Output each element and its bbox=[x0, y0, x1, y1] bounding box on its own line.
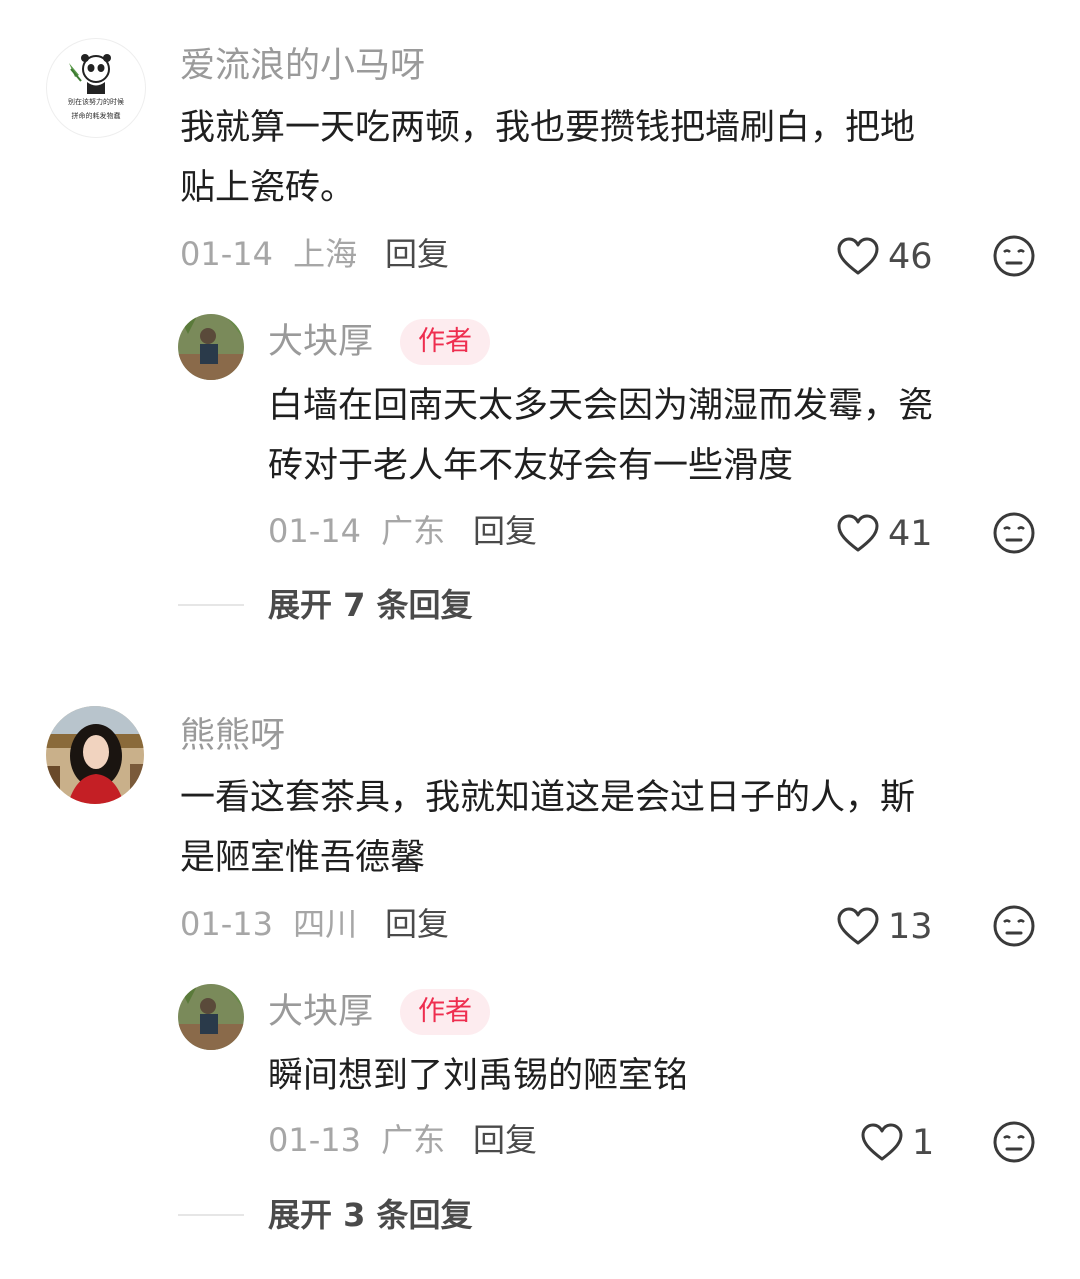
heart-outline-icon[interactable] bbox=[836, 906, 880, 946]
reply-meta: 01-13 广东 bbox=[268, 1118, 445, 1162]
reply-username[interactable]: 大块厚 bbox=[268, 990, 373, 1034]
comment-content-line: 是陋室惟吾德馨 bbox=[180, 838, 426, 878]
comment-username[interactable]: 熊熊呀 bbox=[180, 714, 285, 758]
reply-button[interactable]: 回复 bbox=[385, 902, 449, 946]
expand-replies-button[interactable]: 展开 3 条回复 bbox=[268, 1193, 473, 1237]
avatar[interactable] bbox=[46, 706, 144, 804]
comment-item: 熊熊呀 一看这套茶具，我就知道这是会过日子的人，斯 是陋室惟吾德馨 01-13 … bbox=[0, 0, 1080, 1279]
neutral-face-icon[interactable] bbox=[992, 904, 1036, 948]
user-photo-icon bbox=[46, 706, 144, 804]
reply-content-line: 瞬间想到了刘禹锡的陋室铭 bbox=[268, 1056, 689, 1096]
author-badge: 作者 bbox=[400, 989, 490, 1035]
like-count: 1 bbox=[912, 1123, 935, 1163]
heart-outline-icon[interactable] bbox=[860, 1122, 904, 1162]
reply-date: 01-13 bbox=[268, 1121, 361, 1159]
comment-content: 一看这套茶具，我就知道这是会过日子的人，斯 是陋室惟吾德馨 bbox=[180, 768, 1040, 888]
comment-meta: 01-13 四川 bbox=[180, 902, 357, 946]
reply-location: 广东 bbox=[381, 1121, 446, 1159]
neutral-face-icon[interactable] bbox=[992, 1120, 1036, 1164]
comment-location: 四川 bbox=[293, 905, 358, 943]
reply-content: 瞬间想到了刘禹锡的陋室铭 bbox=[268, 1046, 1048, 1106]
comment-date: 01-13 bbox=[180, 905, 273, 943]
avatar[interactable] bbox=[178, 984, 244, 1050]
expand-divider bbox=[178, 1214, 244, 1216]
like-count: 13 bbox=[888, 907, 933, 947]
reply-button[interactable]: 回复 bbox=[473, 1118, 537, 1162]
comment-content-line: 一看这套茶具，我就知道这是会过日子的人，斯 bbox=[180, 778, 916, 818]
author-avatar-icon bbox=[178, 984, 244, 1050]
